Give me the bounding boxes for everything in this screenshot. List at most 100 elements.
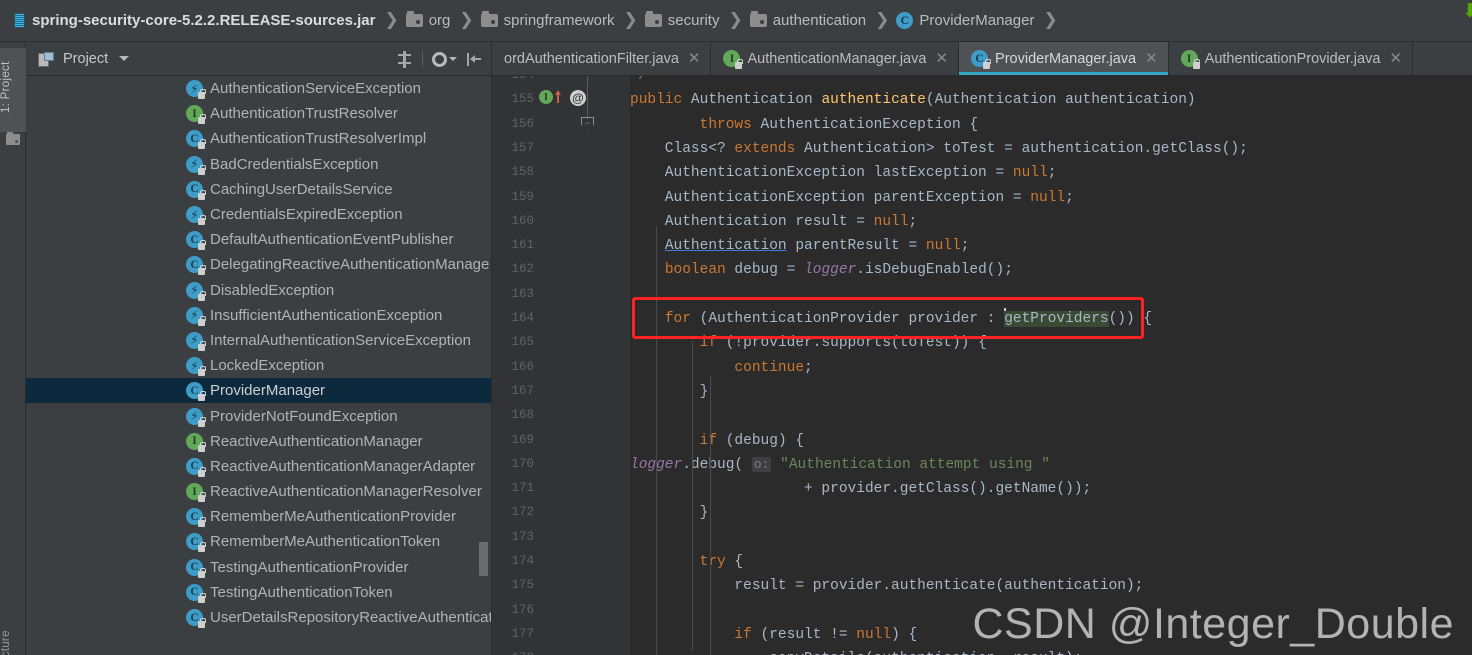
- tree-item-reactiveauthenticationmanagerresolver[interactable]: I ReactiveAuthenticationManagerResolver: [26, 479, 492, 504]
- breadcrumb-item-org[interactable]: org ❯: [405, 0, 481, 42]
- tree-item-defaultauthenticationeventpublisher[interactable]: C DefaultAuthenticationEventPublisher: [26, 227, 492, 252]
- tree-item-label: AuthenticationTrustResolverImpl: [210, 130, 427, 148]
- tree-item-userdetailsrepositoryreactiveauthenticat[interactable]: C UserDetailsRepositoryReactiveAuthentica…: [26, 605, 492, 630]
- tree-item-badcredentialsexception[interactable]: BadCredentialsException: [26, 152, 492, 177]
- lock-icon: [198, 215, 206, 226]
- gear-button[interactable]: [432, 51, 457, 67]
- tab-label: ordAuthenticationFilter.java: [504, 50, 679, 67]
- close-icon[interactable]: ✕: [1389, 51, 1402, 66]
- project-tree-scrollbar[interactable]: [479, 542, 488, 576]
- code-line[interactable]: Class<? extends Authentication> toTest =…: [630, 137, 1248, 161]
- code-line[interactable]: Authentication result = null;: [630, 210, 917, 234]
- line-number: 157: [511, 140, 534, 155]
- close-icon[interactable]: ✕: [688, 51, 701, 66]
- code-line[interactable]: public Authentication authenticate(Authe…: [630, 88, 1196, 112]
- collapse-all-icon[interactable]: [396, 50, 413, 68]
- tree-item-insufficientauthenticationexception[interactable]: InsufficientAuthenticationException: [26, 303, 492, 328]
- code-fold-marker[interactable]: [581, 116, 594, 130]
- tree-item-reactiveauthenticationmanageradapter[interactable]: C ReactiveAuthenticationManagerAdapter: [26, 454, 492, 479]
- code-line[interactable]: boolean debug = logger.isDebugEnabled();: [630, 258, 1013, 282]
- tree-item-label: DisabledException: [210, 281, 335, 299]
- code-line[interactable]: if (!provider.supports(toTest)) {: [630, 331, 987, 355]
- code-line[interactable]: + provider.getClass().getName());: [630, 477, 1091, 501]
- tree-item-cachinguserdetailsservice[interactable]: C CachingUserDetailsService: [26, 177, 492, 202]
- tree-item-remembermeauthenticationtoken[interactable]: C RememberMeAuthenticationToken: [26, 529, 492, 554]
- line-number: 170: [511, 456, 534, 471]
- hide-panel-icon[interactable]: [466, 52, 482, 67]
- breadcrumb-root[interactable]: spring-security-core-5.2.2.RELEASE-sourc…: [14, 0, 406, 42]
- code-line[interactable]: for (AuthenticationProvider provider : g…: [630, 307, 1152, 331]
- code-line[interactable]: }: [630, 501, 709, 525]
- line-number: 162: [511, 262, 534, 277]
- tree-item-authenticationtrustresolverimpl[interactable]: C AuthenticationTrustResolverImpl: [26, 126, 492, 151]
- tree-item-label: ProviderNotFoundException: [210, 407, 398, 425]
- implement-arrow-icon[interactable]: [555, 90, 561, 96]
- watermark: CSDN @Integer_Double: [972, 600, 1454, 648]
- line-number: 160: [511, 213, 534, 228]
- tree-item-testingauthenticationprovider[interactable]: C TestingAuthenticationProvider: [26, 555, 492, 580]
- indent-guide: [692, 341, 693, 651]
- lock-icon: [198, 416, 206, 427]
- breadcrumb-item-authentication[interactable]: authentication ❯: [749, 0, 897, 42]
- tree-item-testingauthenticationtoken[interactable]: C TestingAuthenticationToken: [26, 580, 492, 605]
- tree-item-remembermeauthenticationprovider[interactable]: C RememberMeAuthenticationProvider: [26, 504, 492, 529]
- code-line[interactable]: AuthenticationException parentException …: [630, 186, 1074, 210]
- code-editor[interactable]: 154 155 156 157 158 159 160 161 162 163 164 165 166 1…: [492, 76, 1472, 655]
- close-icon[interactable]: ✕: [935, 51, 948, 66]
- code-line[interactable]: }: [630, 380, 709, 404]
- tree-item-providermanager[interactable]: C ProviderManager: [26, 378, 492, 404]
- tab-ordauthenticationfilter[interactable]: ordAuthenticationFilter.java ✕: [492, 42, 712, 75]
- selected-token: getProviders: [1004, 311, 1109, 327]
- close-icon[interactable]: ✕: [1145, 51, 1158, 66]
- breadcrumb-item-providermanager[interactable]: C ProviderManager ❯: [896, 0, 1064, 42]
- project-panel-header: Project: [26, 42, 492, 76]
- tree-item-lockedexception[interactable]: LockedException: [26, 353, 492, 378]
- project-folder-icon: [6, 132, 20, 145]
- sidebar-item-structure[interactable]: ucture: [0, 602, 26, 655]
- code-line[interactable]: AuthenticationException lastException = …: [630, 161, 1057, 185]
- code-fold-line: [587, 76, 588, 119]
- tab-authenticationprovider[interactable]: I AuthenticationProvider.java ✕: [1168, 42, 1413, 75]
- code-line[interactable]: try {: [630, 550, 744, 574]
- override-annotation-icon[interactable]: @: [570, 90, 586, 107]
- tree-item-label: UserDetailsRepositoryReactiveAuthenticat: [210, 609, 492, 627]
- code-line[interactable]: throws AuthenticationException {: [630, 113, 978, 137]
- tree-item-delegatingreactiveauthenticationmanage[interactable]: C DelegatingReactiveAuthenticationManage: [26, 252, 492, 277]
- implementing-method-icon[interactable]: I: [539, 90, 553, 105]
- tree-item-disabledexception[interactable]: DisabledException: [26, 278, 492, 303]
- line-number: 159: [511, 189, 534, 204]
- code-line[interactable]: */: [630, 76, 647, 88]
- code-line[interactable]: result = provider.authenticate(authentic…: [630, 574, 1143, 598]
- tree-item-label: ReactiveAuthenticationManagerAdapter: [210, 457, 476, 475]
- code-line[interactable]: Authentication parentResult = null;: [630, 234, 970, 258]
- breadcrumb-item-springframework[interactable]: springframework ❯: [480, 0, 645, 42]
- line-number: 165: [511, 335, 534, 350]
- jar-icon: [14, 13, 25, 28]
- code-line[interactable]: if (result != null) {: [630, 623, 917, 647]
- tab-providermanager[interactable]: C ProviderManager.java ✕: [959, 42, 1169, 75]
- tree-item-internalauthenticationserviceexception[interactable]: InternalAuthenticationServiceException: [26, 328, 492, 353]
- type-link[interactable]: Authentication: [665, 238, 787, 254]
- project-tree[interactable]: AuthenticationServiceExceptionIAuthentic…: [26, 76, 492, 655]
- tree-item-credentialsexpiredexception[interactable]: CredentialsExpiredException: [26, 202, 492, 227]
- chevron-down-icon[interactable]: [119, 56, 130, 61]
- tree-item-label: RememberMeAuthenticationToken: [210, 533, 441, 551]
- project-panel-title: Project: [63, 50, 109, 67]
- interface-icon: I: [186, 483, 206, 503]
- breadcrumb-separator: ❯: [1043, 10, 1058, 30]
- exception-icon: [186, 306, 206, 326]
- sidebar-item-project[interactable]: 1: Project: [0, 48, 26, 132]
- editor-gutter[interactable]: 154 155 156 157 158 159 160 161 162 163 164 165 166 1…: [492, 76, 630, 655]
- lock-icon: [198, 391, 206, 402]
- breadcrumb-item-security[interactable]: security ❯: [644, 0, 750, 42]
- tab-authenticationmanager[interactable]: I AuthenticationManager.java ✕: [711, 42, 960, 75]
- class-icon: C: [186, 558, 206, 578]
- tree-item-authenticationtrustresolver[interactable]: I AuthenticationTrustResolver: [26, 101, 492, 126]
- code-content[interactable]: */public Authentication authenticate(Aut…: [630, 76, 1472, 655]
- lock-icon: [198, 114, 206, 125]
- tree-item-providernotfoundexception[interactable]: ProviderNotFoundException: [26, 403, 492, 428]
- code-line[interactable]: continue;: [630, 356, 812, 380]
- parameter-hint: o:: [751, 456, 772, 472]
- tree-item-reactiveauthenticationmanager[interactable]: I ReactiveAuthenticationManager: [26, 429, 492, 454]
- tree-item-authenticationserviceexception[interactable]: AuthenticationServiceException: [26, 76, 492, 101]
